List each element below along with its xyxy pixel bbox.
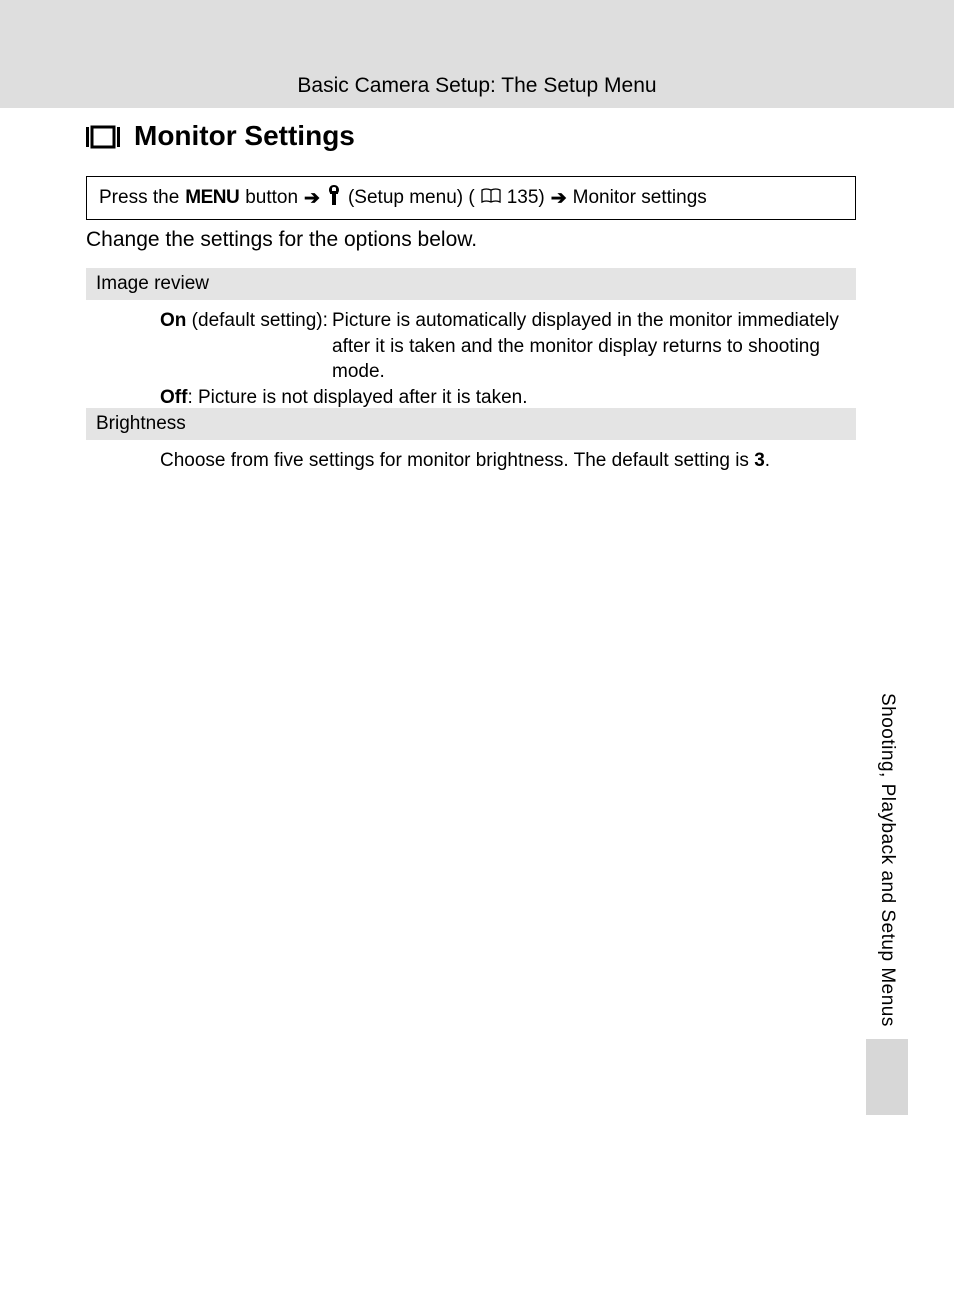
nav-press-the: Press the bbox=[99, 187, 179, 209]
chapter-header: Basic Camera Setup: The Setup Menu bbox=[0, 68, 954, 108]
arrow-right-icon: ➔ bbox=[304, 187, 320, 210]
side-tab: Shooting, Playback and Setup Menus bbox=[866, 693, 908, 1115]
intro-text: Change the settings for the options belo… bbox=[86, 228, 477, 252]
off-label: Off bbox=[160, 387, 187, 408]
option-image-review: Image review On (default setting): Pictu… bbox=[86, 268, 856, 419]
nav-monitor-settings: Monitor settings bbox=[573, 187, 707, 209]
menu-button-label: MENU bbox=[185, 187, 239, 209]
brightness-prefix: Choose from five settings for monitor br… bbox=[160, 450, 754, 471]
wrench-icon bbox=[326, 185, 342, 211]
section-title-text: Monitor Settings bbox=[134, 120, 355, 152]
side-tab-block bbox=[866, 1039, 908, 1115]
off-description: : Picture is not displayed after it is t… bbox=[187, 387, 527, 408]
on-description: Picture is automatically displayed in th… bbox=[332, 308, 846, 385]
section-title: Monitor Settings bbox=[86, 120, 355, 152]
arrow-right-icon: ➔ bbox=[551, 187, 567, 210]
option-body: Choose from five settings for monitor br… bbox=[86, 440, 856, 482]
option-body: On (default setting): Picture is automat… bbox=[86, 300, 856, 419]
on-suffix: (default setting): bbox=[186, 310, 328, 331]
brightness-suffix: . bbox=[765, 450, 770, 471]
side-tab-label: Shooting, Playback and Setup Menus bbox=[876, 693, 898, 1039]
option-header: Brightness bbox=[86, 408, 856, 440]
on-label: On bbox=[160, 310, 186, 331]
option-header: Image review bbox=[86, 268, 856, 300]
option-brightness: Brightness Choose from five settings for… bbox=[86, 408, 856, 482]
nav-page-ref: 135) bbox=[507, 187, 545, 209]
nav-button-word: button bbox=[245, 187, 298, 209]
book-icon bbox=[481, 187, 501, 209]
navigation-path-box: Press the MENU button ➔ (Setup menu) ( 1… bbox=[86, 176, 856, 220]
brightness-default-value: 3 bbox=[754, 450, 765, 471]
nav-setup-menu-label: (Setup menu) ( bbox=[348, 187, 475, 209]
monitor-icon bbox=[86, 124, 120, 148]
